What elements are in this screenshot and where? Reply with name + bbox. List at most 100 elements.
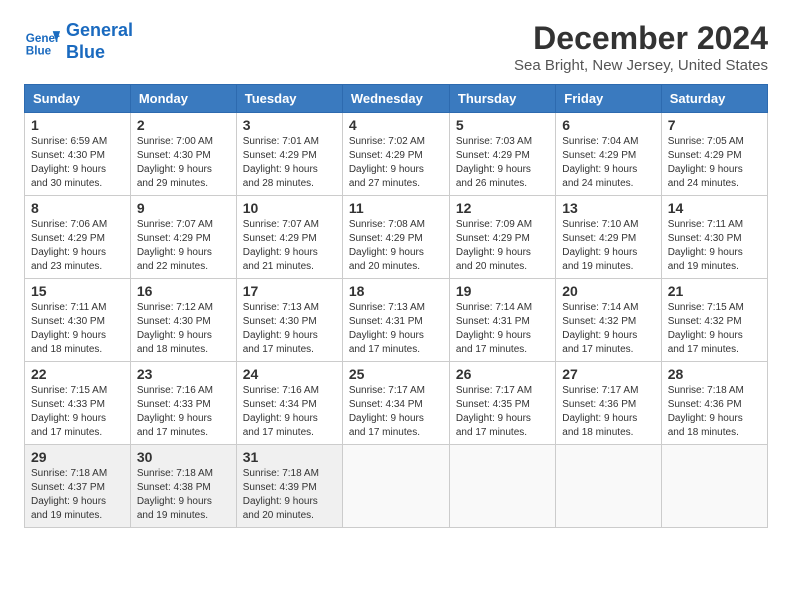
- day-number: 20: [562, 283, 654, 299]
- day-info: Sunrise: 7:11 AMSunset: 4:30 PMDaylight:…: [668, 218, 761, 274]
- day-cell: 28Sunrise: 7:18 AMSunset: 4:36 PMDayligh…: [661, 362, 767, 445]
- day-cell: 11 Sunrise: 7:08 AMSunset: 4:29 PMDayligh…: [342, 196, 449, 279]
- week-row-4: 22 Sunrise: 7:15 AMSunset: 4:33 PMDayligh…: [25, 362, 768, 445]
- day-cell: 25 Sunrise: 7:17 AMSunset: 4:34 PMDayligh…: [342, 362, 449, 445]
- day-number: 2: [137, 117, 230, 133]
- day-number: 25: [349, 366, 443, 382]
- day-number: 21: [668, 283, 761, 299]
- logo-line2: Blue: [66, 42, 105, 62]
- day-number: 13: [562, 200, 654, 216]
- week-row-3: 15 Sunrise: 7:11 AMSunset: 4:30 PMDayligh…: [25, 279, 768, 362]
- week-row-5: 29 Sunrise: 7:18 AMSunset: 4:37 PMDayligh…: [25, 445, 768, 528]
- week-row-2: 8 Sunrise: 7:06 AMSunset: 4:29 PMDaylight…: [25, 196, 768, 279]
- day-info: Sunrise: 7:00 AMSunset: 4:30 PMDaylight:…: [137, 135, 230, 191]
- day-cell: 12Sunrise: 7:09 AMSunset: 4:29 PMDayligh…: [449, 196, 555, 279]
- weekday-saturday: Saturday: [661, 85, 767, 113]
- day-info: Sunrise: 7:15 AMSunset: 4:32 PMDaylight:…: [668, 301, 761, 357]
- day-cell: 23Sunrise: 7:16 AMSunset: 4:33 PMDayligh…: [130, 362, 236, 445]
- day-cell: 7 Sunrise: 7:05 AMSunset: 4:29 PMDaylight…: [661, 113, 767, 196]
- day-cell: 31Sunrise: 7:18 AMSunset: 4:39 PMDayligh…: [236, 445, 342, 528]
- weekday-header-row: SundayMondayTuesdayWednesdayThursdayFrid…: [25, 85, 768, 113]
- day-info: Sunrise: 7:17 AMSunset: 4:34 PMDaylight:…: [349, 384, 443, 440]
- day-cell: 18Sunrise: 7:13 AMSunset: 4:31 PMDayligh…: [342, 279, 449, 362]
- day-info: Sunrise: 6:59 AMSunset: 4:30 PMDaylight:…: [31, 135, 124, 191]
- day-cell: 6 Sunrise: 7:04 AMSunset: 4:29 PMDaylight…: [556, 113, 661, 196]
- day-cell: 19Sunrise: 7:14 AMSunset: 4:31 PMDayligh…: [449, 279, 555, 362]
- day-info: Sunrise: 7:18 AMSunset: 4:38 PMDaylight:…: [137, 467, 230, 523]
- day-info: Sunrise: 7:18 AMSunset: 4:37 PMDaylight:…: [31, 467, 124, 523]
- day-info: Sunrise: 7:02 AMSunset: 4:29 PMDaylight:…: [349, 135, 443, 191]
- day-info: Sunrise: 7:13 AMSunset: 4:30 PMDaylight:…: [243, 301, 336, 357]
- weekday-wednesday: Wednesday: [342, 85, 449, 113]
- day-info: Sunrise: 7:05 AMSunset: 4:29 PMDaylight:…: [668, 135, 761, 191]
- day-info: Sunrise: 7:08 AMSunset: 4:29 PMDaylight:…: [349, 218, 443, 274]
- subtitle: Sea Bright, New Jersey, United States: [514, 57, 768, 74]
- day-number: 12: [456, 200, 549, 216]
- title-area: December 2024 Sea Bright, New Jersey, Un…: [514, 20, 768, 74]
- day-cell: 8 Sunrise: 7:06 AMSunset: 4:29 PMDaylight…: [25, 196, 131, 279]
- day-info: Sunrise: 7:15 AMSunset: 4:33 PMDaylight:…: [31, 384, 124, 440]
- day-number: 24: [243, 366, 336, 382]
- day-cell: [449, 445, 555, 528]
- day-number: 16: [137, 283, 230, 299]
- day-cell: 16 Sunrise: 7:12 AMSunset: 4:30 PMDayligh…: [130, 279, 236, 362]
- day-cell: 20 Sunrise: 7:14 AMSunset: 4:32 PMDayligh…: [556, 279, 661, 362]
- day-cell: [661, 445, 767, 528]
- day-info: Sunrise: 7:17 AMSunset: 4:36 PMDaylight:…: [562, 384, 654, 440]
- day-number: 31: [243, 449, 336, 465]
- day-cell: 14Sunrise: 7:11 AMSunset: 4:30 PMDayligh…: [661, 196, 767, 279]
- day-number: 6: [562, 117, 654, 133]
- day-number: 18: [349, 283, 443, 299]
- weekday-sunday: Sunday: [25, 85, 131, 113]
- day-info: Sunrise: 7:07 AMSunset: 4:29 PMDaylight:…: [243, 218, 336, 274]
- calendar-table: SundayMondayTuesdayWednesdayThursdayFrid…: [24, 84, 768, 528]
- logo-icon: General Blue: [24, 24, 60, 60]
- weekday-thursday: Thursday: [449, 85, 555, 113]
- day-cell: 29 Sunrise: 7:18 AMSunset: 4:37 PMDayligh…: [25, 445, 131, 528]
- day-info: Sunrise: 7:07 AMSunset: 4:29 PMDaylight:…: [137, 218, 230, 274]
- day-number: 11: [349, 200, 443, 216]
- day-info: Sunrise: 7:16 AMSunset: 4:33 PMDaylight:…: [137, 384, 230, 440]
- day-cell: 1Sunrise: 6:59 AMSunset: 4:30 PMDaylight…: [25, 113, 131, 196]
- weekday-friday: Friday: [556, 85, 661, 113]
- day-info: Sunrise: 7:06 AMSunset: 4:29 PMDaylight:…: [31, 218, 124, 274]
- day-cell: 3Sunrise: 7:01 AMSunset: 4:29 PMDaylight…: [236, 113, 342, 196]
- day-cell: 27Sunrise: 7:17 AMSunset: 4:36 PMDayligh…: [556, 362, 661, 445]
- day-cell: [556, 445, 661, 528]
- day-number: 15: [31, 283, 124, 299]
- day-number: 22: [31, 366, 124, 382]
- day-number: 7: [668, 117, 761, 133]
- day-info: Sunrise: 7:12 AMSunset: 4:30 PMDaylight:…: [137, 301, 230, 357]
- day-cell: 10 Sunrise: 7:07 AMSunset: 4:29 PMDayligh…: [236, 196, 342, 279]
- day-cell: [342, 445, 449, 528]
- weekday-monday: Monday: [130, 85, 236, 113]
- day-number: 5: [456, 117, 549, 133]
- day-number: 19: [456, 283, 549, 299]
- day-cell: 2 Sunrise: 7:00 AMSunset: 4:30 PMDaylight…: [130, 113, 236, 196]
- logo: General Blue General Blue: [24, 20, 133, 63]
- day-cell: 13 Sunrise: 7:10 AMSunset: 4:29 PMDayligh…: [556, 196, 661, 279]
- day-number: 4: [349, 117, 443, 133]
- day-cell: 30Sunrise: 7:18 AMSunset: 4:38 PMDayligh…: [130, 445, 236, 528]
- day-info: Sunrise: 7:10 AMSunset: 4:29 PMDaylight:…: [562, 218, 654, 274]
- day-number: 26: [456, 366, 549, 382]
- day-cell: 9Sunrise: 7:07 AMSunset: 4:29 PMDaylight…: [130, 196, 236, 279]
- day-cell: 21 Sunrise: 7:15 AMSunset: 4:32 PMDayligh…: [661, 279, 767, 362]
- day-number: 28: [668, 366, 761, 382]
- header: General Blue General Blue December 2024 …: [24, 20, 768, 74]
- day-cell: 26 Sunrise: 7:17 AMSunset: 4:35 PMDayligh…: [449, 362, 555, 445]
- svg-text:Blue: Blue: [26, 44, 52, 57]
- day-info: Sunrise: 7:16 AMSunset: 4:34 PMDaylight:…: [243, 384, 336, 440]
- day-number: 29: [31, 449, 124, 465]
- day-number: 10: [243, 200, 336, 216]
- day-info: Sunrise: 7:11 AMSunset: 4:30 PMDaylight:…: [31, 301, 124, 357]
- day-cell: 17Sunrise: 7:13 AMSunset: 4:30 PMDayligh…: [236, 279, 342, 362]
- day-info: Sunrise: 7:14 AMSunset: 4:32 PMDaylight:…: [562, 301, 654, 357]
- day-info: Sunrise: 7:03 AMSunset: 4:29 PMDaylight:…: [456, 135, 549, 191]
- logo-text: General Blue: [66, 20, 133, 63]
- day-number: 3: [243, 117, 336, 133]
- day-number: 8: [31, 200, 124, 216]
- day-info: Sunrise: 7:04 AMSunset: 4:29 PMDaylight:…: [562, 135, 654, 191]
- week-row-1: 1Sunrise: 6:59 AMSunset: 4:30 PMDaylight…: [25, 113, 768, 196]
- day-info: Sunrise: 7:17 AMSunset: 4:35 PMDaylight:…: [456, 384, 549, 440]
